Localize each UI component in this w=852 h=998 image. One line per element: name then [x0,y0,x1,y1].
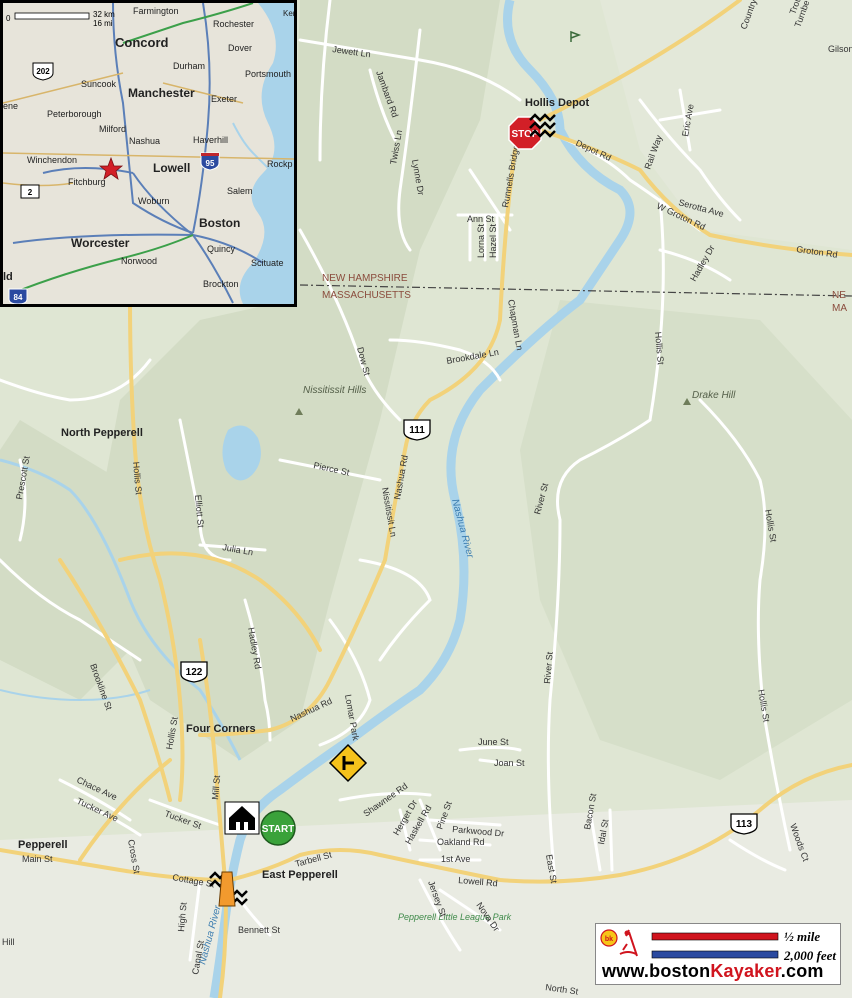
label-drake-hill: Drake Hill [692,390,736,401]
shield-111: 111 [403,419,431,441]
road-label: Ann St [467,214,495,224]
scale-legend: bk ½ mile 2,000 feet www.bostonKayaker.c… [595,923,841,985]
inset-city: Lowell [153,161,190,175]
inset-city: Rockp [267,159,293,169]
svg-text:2: 2 [28,188,33,197]
inset-city: Portsmouth [245,69,291,79]
half-mile-label: ½ mile [784,929,821,944]
road-label: Oakland Rd [437,837,485,847]
locator-inset-map[interactable]: 0 32 km 16 mi Farmington Rochester Dover… [0,0,297,307]
website-url[interactable]: www.bostonKayaker.com [602,961,824,982]
dam-icon[interactable] [218,871,236,907]
inset-city: Farmington [133,6,179,16]
start-marker[interactable]: START [260,810,296,846]
label-nissitissit-hills: Nissitissit Hills [303,385,366,396]
road-label: Hazel St [488,223,498,258]
label-ne: NE [832,290,846,301]
feet-bar [651,950,779,959]
inset-city: Quincy [207,244,236,254]
boat-launch-icon[interactable] [224,801,260,835]
inset-city: Suncook [81,79,117,89]
svg-text:84: 84 [14,293,23,302]
svg-text:START: START [262,824,295,835]
road-label: Bennett St [238,925,281,935]
inset-city: Milford [99,124,126,134]
half-mile-bar [651,932,779,941]
label-north-pepperell: North Pepperell [61,427,143,439]
label-hollis-depot: Hollis Depot [525,97,590,109]
svg-text:95: 95 [206,159,215,168]
inset-city: Ker [283,9,294,18]
label-massachusetts: MASSACHUSETTS [322,290,411,301]
inset-city: Concord [115,35,169,50]
logo-mark: bk [605,936,613,943]
label-pepperell: Pepperell [18,839,68,851]
road-label: Joan St [494,758,525,768]
inset-city: Winchendon [27,155,77,165]
svg-text:122: 122 [186,667,203,678]
road-label: Main St [22,854,53,864]
inset-city: Norwood [121,256,157,266]
inset-city: Peterborough [47,109,102,119]
inset-scale-mi: 16 mi [93,19,113,28]
label-ma: MA [832,303,847,314]
svg-text:111: 111 [409,425,425,436]
inset-city: Brockton [203,279,239,289]
road-label: June St [478,737,509,747]
inset-shield-202: 202 [32,62,54,81]
label-east-pepperell: East Pepperell [262,869,338,881]
road-label: Lorna St [476,223,486,258]
label-new-hampshire: NEW HAMPSHIRE [322,273,408,284]
inset-shield-95: 95 [200,152,220,171]
road-label: Hill [2,937,15,947]
inset-city: Exeter [211,94,237,104]
inset-shield-2: 2 [20,184,40,199]
inset-city: Scituate [251,258,284,268]
label-four-corners: Four Corners [186,723,256,735]
inset-city: Rochester [213,19,254,29]
inset-city: Woburn [138,196,169,206]
inset-city: Fitchburg [68,177,106,187]
inset-scale-km: 32 km [93,10,115,19]
inset-city: Nashua [129,136,160,146]
inset-city: ld [3,271,13,283]
shield-113: 113 [730,813,758,835]
svg-text:113: 113 [736,819,753,830]
road-label: 1st Ave [441,854,470,864]
inset-city: Durham [173,61,205,71]
inset-shield-84: 84 [8,288,28,304]
svg-text:202: 202 [36,67,50,76]
road-label: Gilson [828,44,852,54]
shield-122: 122 [180,661,208,683]
inset-city: Dover [228,43,252,53]
inset-city: Worcester [71,236,130,250]
inset-city: Salem [227,186,253,196]
inset-city: Boston [199,216,240,230]
inset-city: ene [3,101,18,111]
inset-scale-zero: 0 [6,14,11,23]
inset-city: Haverhill [193,135,228,145]
inset-city: Manchester [128,86,195,100]
